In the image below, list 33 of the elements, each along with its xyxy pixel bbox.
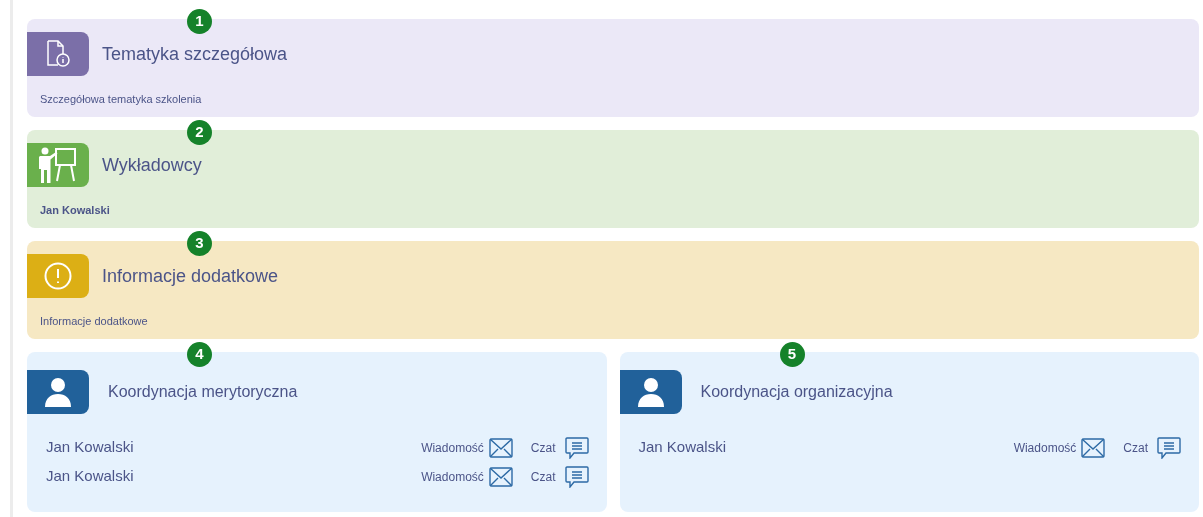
section-title: Koordynacja merytoryczna [108,382,298,402]
presenter-at-board-icon [39,147,77,183]
chat-icon [564,465,589,488]
chat-button[interactable]: Czat [530,465,589,488]
section-title: Tematyka szczegółowa [102,42,288,66]
number-badge: 3 [187,231,212,256]
envelope-icon [488,437,513,458]
section-text: Jan Kowalski [40,203,110,218]
message-button[interactable]: Wiadomość [1013,437,1106,458]
message-button[interactable]: Wiadomość [421,466,513,487]
section-text: Informacje dodatkowe [40,314,148,329]
section-title: Wykładowcy [102,153,202,177]
chat-icon [564,436,589,459]
section-title: Informacje dodatkowe [102,264,279,288]
chat-button[interactable]: Czat [530,436,589,459]
message-button[interactable]: Wiadomość [421,437,513,458]
number-badge: 5 [779,342,805,367]
envelope-icon [488,466,513,487]
envelope-icon [1081,437,1106,458]
number-badge: 1 [187,9,212,34]
person-icon [636,377,665,407]
chat-button[interactable]: Czat [1123,436,1181,459]
number-badge: 2 [187,120,212,145]
person-icon [44,377,72,407]
document-info-icon [46,40,70,68]
alert-icon [44,262,72,290]
section-text: Szczegółowa tematyka szkolenia [40,92,202,107]
chat-icon [1157,436,1181,459]
number-badge: 4 [187,342,212,367]
person-name: Jan Kowalski [638,437,728,458]
person-name: Jan Kowalski [46,466,135,487]
section-title: Koordynacja organizacyjna [700,382,893,402]
person-name: Jan Kowalski [46,437,135,458]
